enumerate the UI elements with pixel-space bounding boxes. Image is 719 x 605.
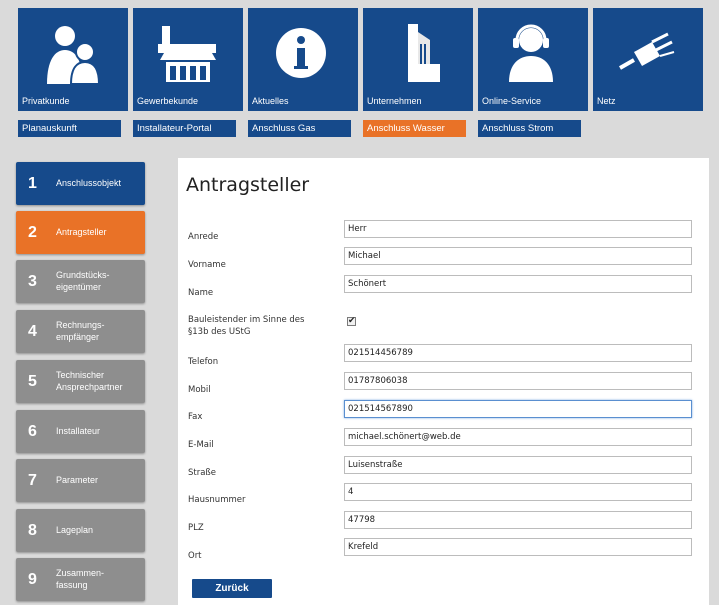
step-technischer-ansprechpartner[interactable]: 5 Technischer Ansprechpartner [16,360,145,403]
telefon-field[interactable]: 021514456789 [344,344,692,362]
hausnummer-field[interactable]: 4 [344,483,692,501]
sublink-installateur-portal[interactable]: Installateur-Portal [133,120,236,137]
step-rechnungsempfaenger[interactable]: 4 Rechnungs- empfänger [16,310,145,353]
step-lageplan[interactable]: 8 Lageplan [16,509,145,552]
step-number: 1 [28,174,37,192]
form-panel: Antragsteller Anrede Herr Vorname Michae… [178,158,709,605]
nav-tile-label: Netz [597,96,616,106]
page-title: Antragsteller [186,174,310,196]
nav-tile-gewerbekunde[interactable]: Gewerbekunde [133,8,243,111]
telefon-label: Telefon [188,357,219,367]
ort-field[interactable]: Krefeld [344,538,692,556]
shop-icon [133,22,243,84]
nav-tile-label: Privatkunde [22,96,70,106]
step-label: Lageplan [56,524,94,535]
nav-tile-label: Unternehmen [367,96,422,106]
nav-tile-label: Online-Service [482,96,542,106]
anrede-field[interactable]: Herr [344,220,692,238]
step-number: 6 [28,422,37,440]
email-field[interactable]: michael.schönert@web.de [344,428,692,446]
step-label: Installateur [56,425,101,436]
name-field[interactable]: Schönert [344,275,692,293]
step-number: 5 [28,372,37,390]
plz-label: PLZ [188,523,204,533]
nav-tile-aktuelles[interactable]: Aktuelles [248,8,358,111]
email-label: E-Mail [188,440,214,450]
step-anschlussobjekt[interactable]: 1 Anschlussobjekt [16,162,145,205]
step-number: 2 [28,223,37,241]
nav-tile-label: Gewerbekunde [137,96,199,106]
sublink-planauskunft[interactable]: Planauskunft [18,120,121,137]
step-label: Antragsteller [56,226,107,237]
step-installateur[interactable]: 6 Installateur [16,410,145,453]
sublink-anschluss-wasser[interactable]: Anschluss Wasser [363,120,466,137]
nav-tile-unternehmen[interactable]: Unternehmen [363,8,473,111]
step-grundstueckseigentuemer[interactable]: 3 Grundstücks- eigentümer [16,260,145,303]
sublink-anschluss-strom[interactable]: Anschluss Strom [478,120,581,137]
step-label: Rechnungs- empfänger [56,320,105,342]
sublink-anschluss-gas[interactable]: Anschluss Gas [248,120,351,137]
step-antragsteller[interactable]: 2 Antragsteller [16,211,145,254]
back-button[interactable]: Zurück [192,579,272,598]
step-number: 8 [28,521,37,539]
step-label: Parameter [56,474,99,485]
step-label: Zusammen- fassung [56,568,105,590]
mobil-field[interactable]: 01787806038 [344,372,692,390]
name-label: Name [188,288,214,298]
family-icon [18,22,128,84]
step-parameter[interactable]: 7 Parameter [16,459,145,502]
vorname-label: Vorname [188,260,226,270]
hausnummer-label: Hausnummer [188,495,246,505]
step-zusammenfassung[interactable]: 9 Zusammen- fassung [16,558,145,601]
building-icon [363,22,473,84]
vorname-field[interactable]: Michael [344,247,692,265]
step-label: Anschlussobjekt [56,177,122,188]
nav-tile-netz[interactable]: Netz [593,8,703,111]
step-number: 4 [28,322,37,340]
step-label: Technischer Ansprechpartner [56,370,123,392]
mobil-label: Mobil [188,385,211,395]
strasse-field[interactable]: Luisenstraße [344,456,692,474]
headset-agent-icon [478,22,588,84]
fax-field[interactable]: 021514567890 [344,400,692,418]
power-plug-icon [593,22,703,84]
step-number: 3 [28,272,37,290]
fax-label: Fax [188,412,203,422]
step-number: 9 [28,570,37,588]
ort-label: Ort [188,551,202,561]
bauleistender-label: Bauleistender im Sinne des §13b des UStG [188,315,305,337]
info-icon [248,22,358,84]
strasse-label: Straße [188,468,217,478]
step-number: 7 [28,471,37,489]
nav-tile-online-service[interactable]: Online-Service [478,8,588,111]
plz-field[interactable]: 47798 [344,511,692,529]
nav-tile-label: Aktuelles [252,96,289,106]
step-label: Grundstücks- eigentümer [56,270,110,292]
nav-tile-privatkunde[interactable]: Privatkunde [18,8,128,111]
anrede-label: Anrede [188,232,219,242]
bauleistender-checkbox[interactable] [347,315,356,326]
